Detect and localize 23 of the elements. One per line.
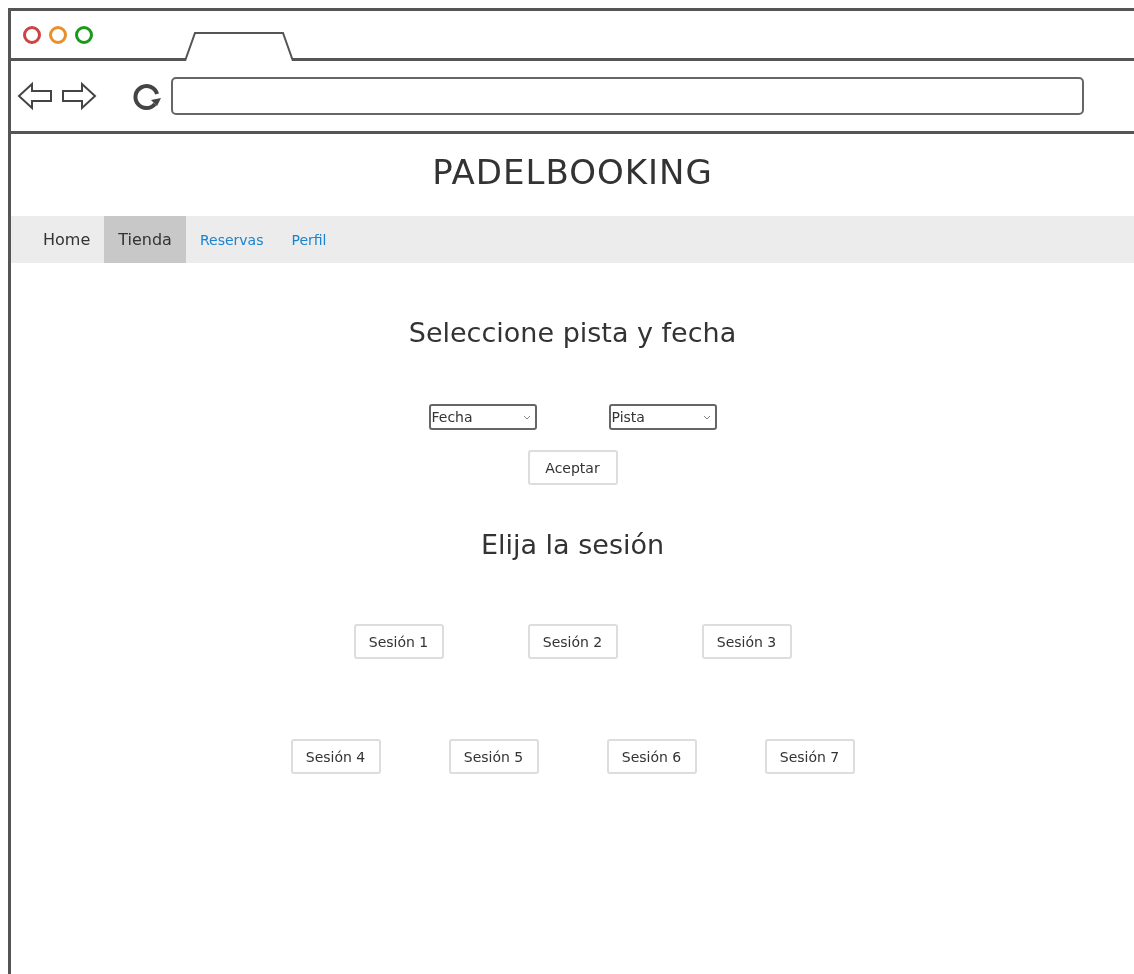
window-control-icon[interactable] [23, 25, 41, 44]
session-button[interactable]: Sesión 2 [527, 624, 618, 659]
chevron-down-icon [522, 414, 531, 420]
nav-item[interactable]: Tienda [104, 216, 186, 263]
window-control-icon[interactable] [75, 25, 93, 44]
dropdown[interactable]: Fecha [428, 404, 537, 430]
session-button[interactable]: Sesión 6 [606, 739, 697, 774]
session-button[interactable]: Sesión 7 [764, 739, 855, 774]
session-button[interactable]: Sesión 1 [353, 624, 444, 659]
dropdown[interactable]: Pista [608, 404, 717, 430]
session-button[interactable]: Sesión 4 [290, 739, 381, 774]
chevron-down-icon [702, 414, 711, 420]
accept-button[interactable]: Aceptar [527, 450, 618, 485]
session-button[interactable]: Sesión 3 [701, 624, 792, 659]
session-button[interactable]: Sesión 5 [448, 739, 539, 774]
browser-tab[interactable] [183, 31, 295, 61]
forward-arrow-icon[interactable] [61, 81, 97, 111]
nav-item[interactable]: Home [29, 216, 105, 263]
section-heading: Elija la sesión [480, 529, 665, 560]
back-arrow-icon[interactable] [17, 81, 53, 111]
section-heading: Seleccione pista y fecha [408, 317, 737, 348]
site-title: PADELBOOKING [432, 152, 713, 194]
address-field[interactable] [171, 77, 1084, 115]
